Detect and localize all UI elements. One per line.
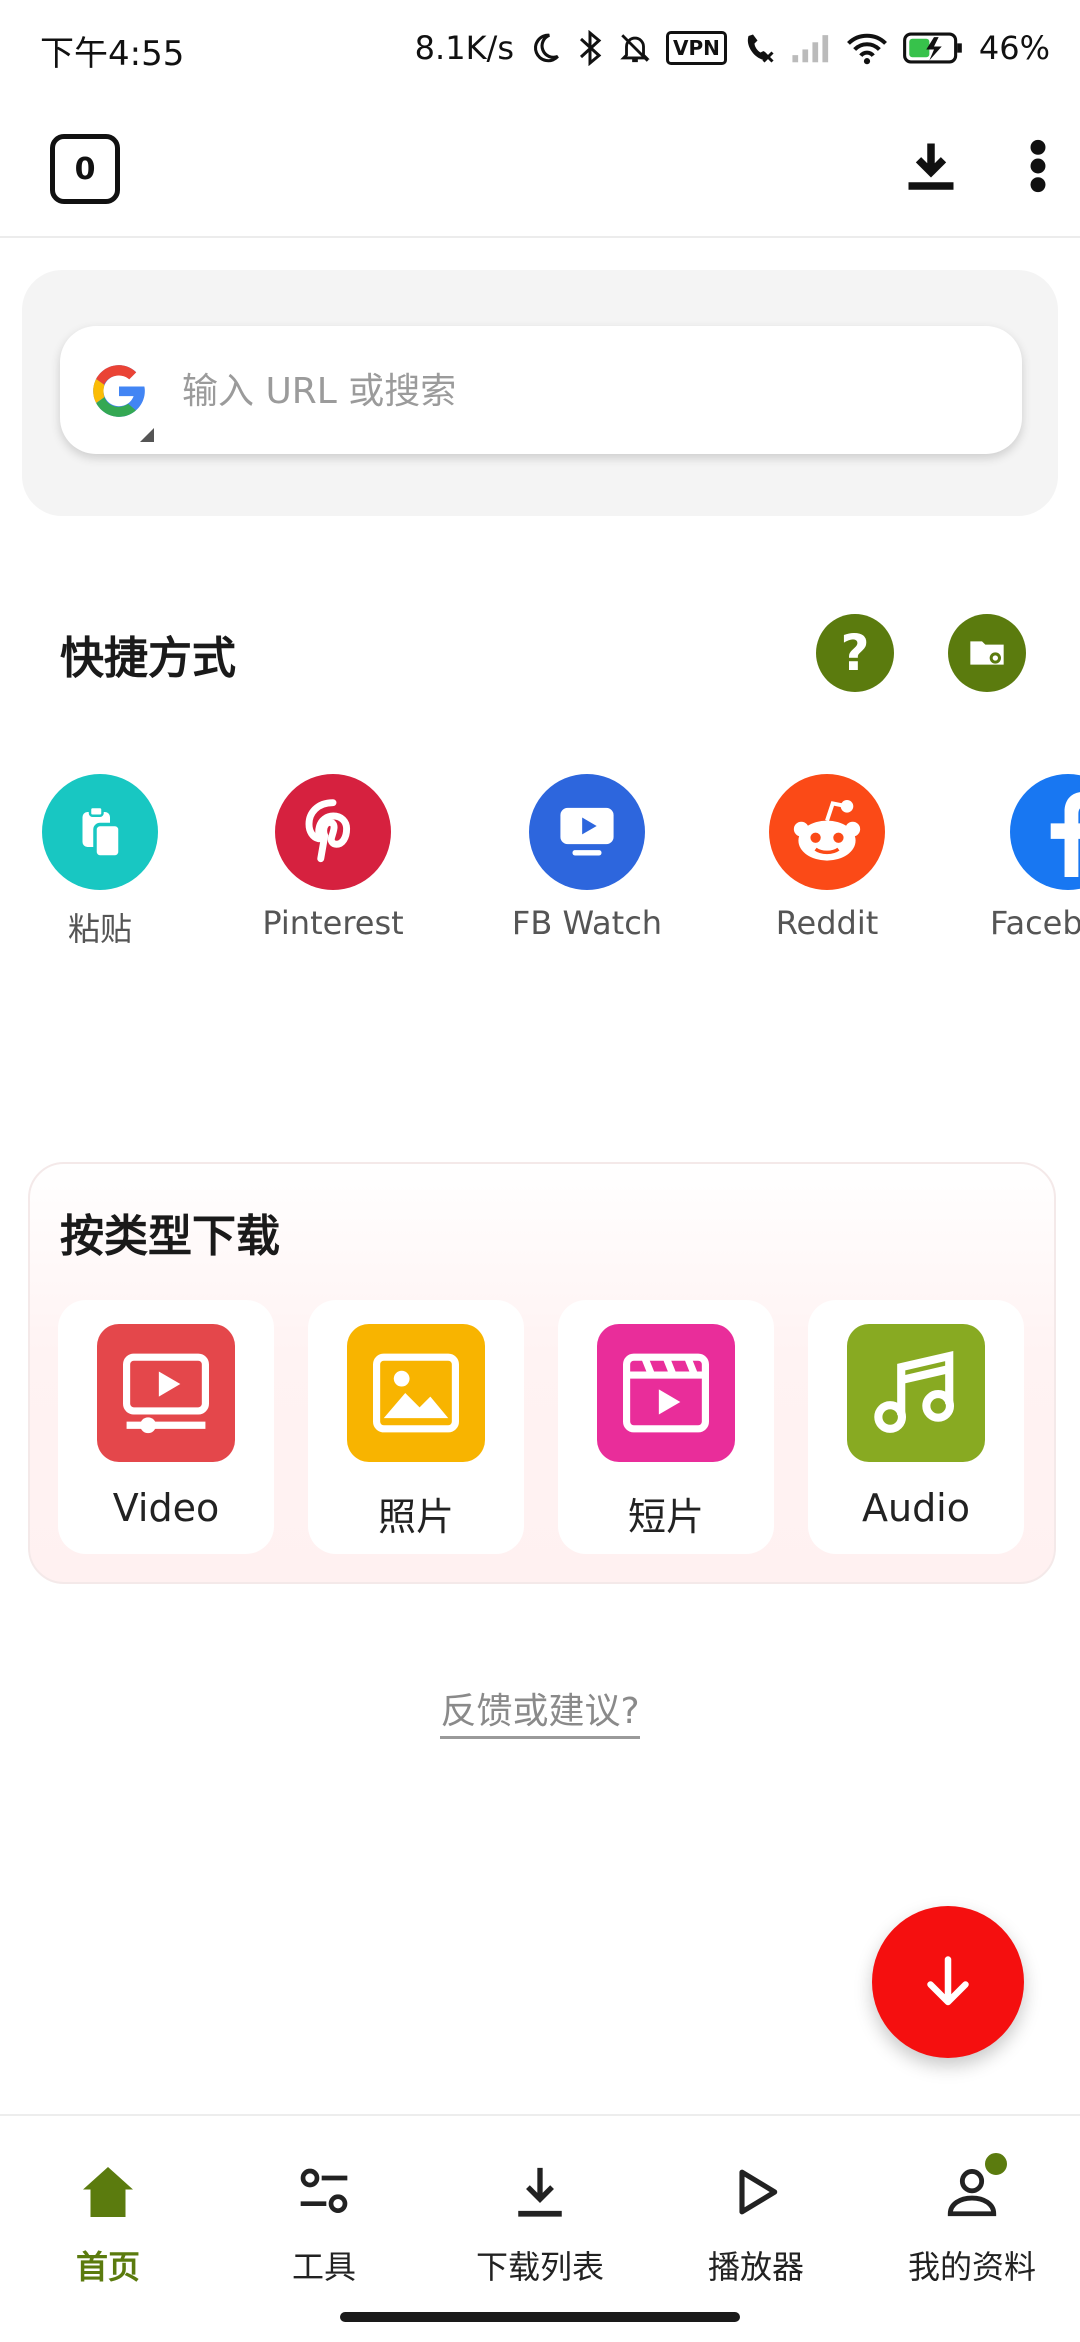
status-bar: 下午4:55 8.1K/s VPN 46%: [0, 0, 1080, 96]
shortcut-label: Faceb: [990, 904, 1080, 942]
download-icon: [908, 143, 954, 190]
dropdown-corner-icon: [140, 428, 154, 442]
download-button[interactable]: [895, 130, 967, 202]
tab-count-button[interactable]: 0: [50, 134, 120, 204]
arrow-down-icon: [927, 1956, 969, 2006]
nav-label: 播放器: [707, 2248, 804, 2286]
help-icon: ?: [840, 624, 870, 682]
nav-label: 我的资料: [907, 2248, 1036, 2286]
shortcut-fb-watch[interactable]: FB Watch: [487, 774, 687, 942]
shortcut-label: Pinterest: [262, 904, 404, 942]
bluetooth-icon: [576, 30, 604, 66]
home-icon: [72, 2156, 144, 2228]
category-label: 短片: [627, 1495, 704, 1539]
category-video[interactable]: Video: [58, 1300, 274, 1554]
help-button[interactable]: ?: [816, 614, 894, 692]
category-label: 照片: [377, 1495, 454, 1539]
shortcut-pinterest[interactable]: Pinterest: [233, 774, 433, 942]
download-fab[interactable]: [872, 1906, 1024, 2058]
moon-icon: [528, 31, 562, 65]
clip-icon: [597, 1324, 735, 1462]
pinterest-icon: [275, 774, 391, 890]
play-icon: [720, 2156, 792, 2228]
category-audio[interactable]: Audio: [808, 1300, 1024, 1554]
google-logo[interactable]: [88, 360, 150, 422]
status-time: 下午4:55: [40, 34, 185, 74]
notification-dot: [982, 2150, 1010, 2178]
shortcut-label: Reddit: [775, 904, 879, 942]
shortcut-paste[interactable]: 粘贴: [0, 774, 200, 950]
shortcut-facebook[interactable]: Faceb: [960, 774, 1080, 942]
nav-label: 工具: [291, 2248, 356, 2286]
facebook-icon: [1010, 774, 1080, 890]
nav-player[interactable]: 播放器: [648, 2136, 864, 2296]
feedback-link[interactable]: 反馈或建议?: [440, 1691, 640, 1739]
call-off-icon: [741, 30, 777, 66]
shortcut-reddit[interactable]: Reddit: [727, 774, 927, 942]
download-list-icon: [504, 2156, 576, 2228]
profile-icon: [936, 2150, 1010, 2228]
tools-icon: [288, 2156, 360, 2228]
photo-icon: [347, 1324, 485, 1462]
home-indicator: [340, 2312, 740, 2322]
reddit-icon: [769, 774, 885, 890]
nav-profile[interactable]: 我的资料: [864, 2136, 1080, 2296]
bottom-navigation: 首页 工具 下载列表 播放器 我的资料: [0, 2114, 1080, 2342]
signal-icon: [791, 32, 831, 64]
category-label: Audio: [861, 1486, 970, 1530]
music-note-icon: [847, 1324, 985, 1462]
search-box[interactable]: [60, 326, 1022, 454]
status-icons: 8.1K/s VPN 46%: [415, 22, 1050, 74]
folder-settings-icon: [970, 641, 1004, 665]
category-label: Video: [112, 1486, 220, 1530]
fb-watch-icon: [529, 774, 645, 890]
download-by-type-title: 按类型下载: [60, 1211, 280, 1262]
shortcuts-title: 快捷方式: [60, 633, 236, 684]
battery-charging-icon: [902, 31, 965, 65]
nav-label: 首页: [75, 2248, 140, 2286]
vpn-icon: VPN: [666, 31, 727, 65]
category-photo[interactable]: 照片: [308, 1300, 524, 1554]
nav-home[interactable]: 首页: [0, 2136, 216, 2296]
shortcut-label: 粘贴: [67, 910, 132, 948]
wifi-icon: [845, 31, 889, 65]
mute-bell-icon: [618, 31, 652, 65]
category-clips[interactable]: 短片: [558, 1300, 774, 1554]
tab-count-value: 0: [74, 151, 96, 187]
download-by-type-card: 按类型下载 Video 照片 短片 Audio: [28, 1162, 1056, 1584]
folder-settings-button[interactable]: [948, 614, 1026, 692]
top-toolbar: 0: [0, 100, 1080, 238]
nav-label: 下载列表: [475, 2248, 604, 2286]
net-speed: 8.1K/s: [414, 29, 514, 67]
nav-download-list[interactable]: 下载列表: [432, 2136, 648, 2296]
search-input[interactable]: [180, 350, 984, 432]
more-vert-icon: [1030, 139, 1046, 193]
search-panel: [22, 270, 1058, 516]
more-options-button[interactable]: [1010, 130, 1066, 202]
nav-tools[interactable]: 工具: [216, 2136, 432, 2296]
shortcut-label: FB Watch: [511, 904, 663, 942]
feedback-link-container: 反馈或建议?: [0, 1682, 1080, 1739]
battery-percent: 46%: [978, 29, 1050, 67]
video-icon: [97, 1324, 235, 1462]
paste-icon: [42, 774, 158, 890]
